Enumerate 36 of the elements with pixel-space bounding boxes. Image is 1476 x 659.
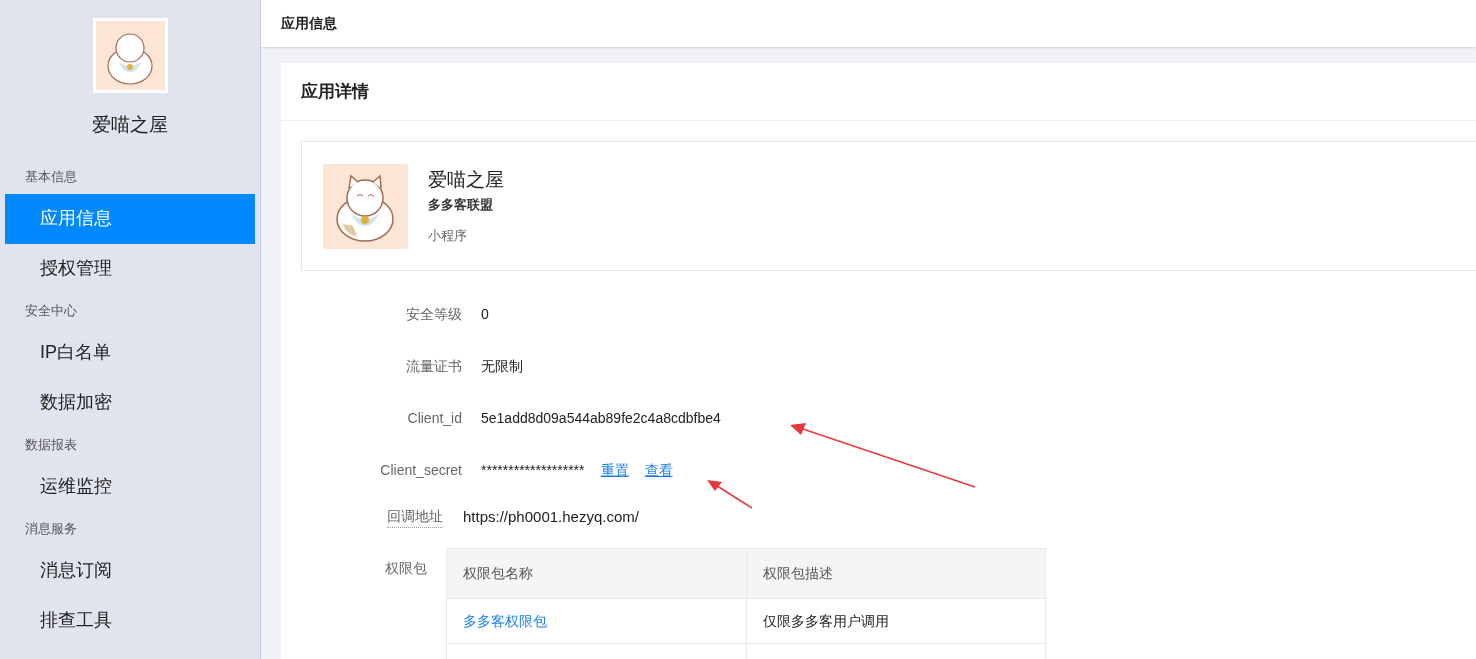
sidebar-item[interactable]: 授权管理 bbox=[5, 243, 255, 294]
app-name: 爱喵之屋 bbox=[92, 113, 168, 137]
permission-name-link[interactable]: 多多客权限包 bbox=[446, 598, 746, 644]
field-label: 权限包 bbox=[384, 559, 428, 578]
cat-avatar-icon bbox=[323, 163, 408, 249]
field-value: 5e1add8d09a544ab89fe2c4a8cdbfbe4 bbox=[481, 408, 721, 428]
app-type: 小程序 bbox=[428, 227, 468, 246]
action-link[interactable]: 查看 bbox=[644, 459, 673, 481]
field-value: 无限制 bbox=[481, 356, 523, 376]
sidebar-item[interactable]: 应用信息 bbox=[5, 193, 255, 244]
sidebar-item[interactable]: 运维监控 bbox=[5, 461, 255, 512]
sidebar-item[interactable]: 数据加密 bbox=[5, 377, 255, 428]
table-cell: 仅限多多客用户调用 bbox=[746, 598, 1046, 644]
field-label: Client_id bbox=[406, 408, 463, 428]
action-link[interactable]: 重置 bbox=[600, 459, 629, 481]
field-value: 0 bbox=[481, 304, 489, 324]
sidebar-item[interactable]: 消息订阅 bbox=[5, 545, 255, 596]
sidebar-group-title: 基本信息 bbox=[24, 167, 78, 186]
card-title: 应用详情 bbox=[301, 80, 369, 103]
field-value: ******************* bbox=[481, 460, 585, 480]
page-title: 应用信息 bbox=[281, 14, 337, 33]
sidebar-group-title: 数据报表 bbox=[24, 435, 78, 454]
sidebar-item[interactable]: IP白名单 bbox=[5, 327, 255, 378]
sidebar-group-title: 消息服务 bbox=[24, 519, 78, 538]
field-label: 回调地址 bbox=[387, 506, 443, 528]
field-label: 安全等级 bbox=[405, 304, 463, 324]
column-header: 权限包名称 bbox=[446, 548, 746, 599]
cat-avatar-icon bbox=[92, 18, 168, 93]
field-label: Client_secret bbox=[379, 460, 463, 480]
sidebar-group-title: 安全中心 bbox=[24, 301, 78, 320]
field-value: https://ph0001.hezyq.com/ bbox=[463, 506, 639, 527]
column-header: 权限包描述 bbox=[746, 548, 1046, 599]
app-organization: 多多客联盟 bbox=[428, 196, 494, 215]
app-name: 爱喵之屋 bbox=[428, 168, 504, 193]
sidebar-item[interactable]: 排查工具 bbox=[5, 595, 255, 646]
field-label: 流量证书 bbox=[405, 356, 463, 376]
